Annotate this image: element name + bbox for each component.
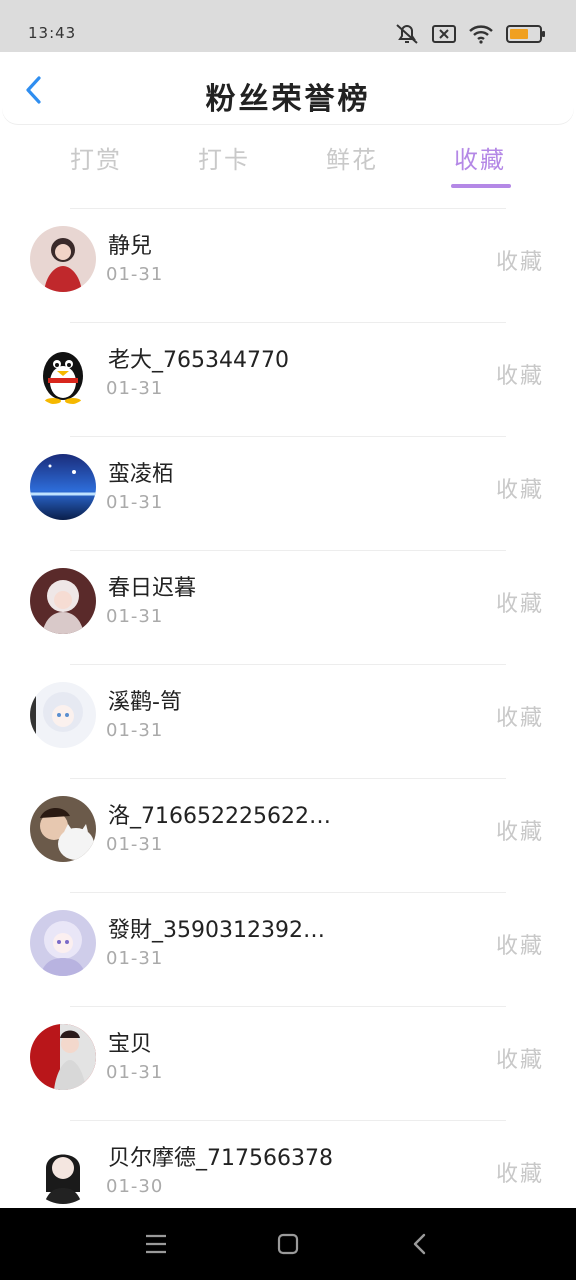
- system-nav-bar: [0, 1208, 576, 1280]
- fan-date: 01-31: [106, 264, 164, 285]
- fan-name: 静兒: [108, 234, 153, 259]
- divider: [70, 322, 506, 323]
- favorite-action: 收藏: [495, 934, 544, 959]
- favorite-action: 收藏: [495, 1162, 544, 1187]
- divider: [70, 1120, 506, 1121]
- fan-name: 蛮凌栢: [108, 462, 175, 487]
- divider: [70, 778, 506, 779]
- fan-name: 溪鹳-笥: [108, 690, 182, 715]
- system-back-button[interactable]: [404, 1228, 436, 1260]
- avatar[interactable]: [30, 1138, 96, 1204]
- avatar[interactable]: [30, 1024, 96, 1090]
- menu-icon: [146, 1234, 166, 1254]
- avatar[interactable]: [30, 910, 96, 976]
- favorite-action: 收藏: [495, 592, 544, 617]
- fan-date: 01-31: [106, 378, 164, 399]
- status-time: 13:43: [28, 24, 77, 42]
- avatar[interactable]: [30, 682, 96, 748]
- fan-date: 01-30: [106, 1176, 164, 1197]
- tab-reward[interactable]: 打赏: [56, 140, 136, 175]
- favorite-action: 收藏: [495, 706, 544, 731]
- list-item[interactable]: 宝贝 01-31 收藏: [0, 1006, 576, 1120]
- battery-icon: [506, 24, 546, 44]
- fan-name: 老大_765344770: [108, 348, 289, 373]
- list-item[interactable]: 洛_7166522256224… 01-31 收藏: [0, 778, 576, 892]
- fan-date: 01-31: [106, 948, 164, 969]
- favorite-action: 收藏: [495, 364, 544, 389]
- fan-date: 01-31: [106, 720, 164, 741]
- divider: [70, 1006, 506, 1007]
- mute-bell-icon: [394, 22, 420, 46]
- list-item[interactable]: 蛮凌栢 01-31 收藏: [0, 436, 576, 550]
- list-item[interactable]: 發財_35903123923… 01-31 收藏: [0, 892, 576, 1006]
- menu-button[interactable]: [140, 1228, 172, 1260]
- avatar[interactable]: [30, 454, 96, 520]
- divider: [70, 892, 506, 893]
- fan-date: 01-31: [106, 606, 164, 627]
- fan-name: 發財_35903123923…: [108, 918, 338, 943]
- list-item[interactable]: 春日迟暮 01-31 收藏: [0, 550, 576, 664]
- home-button[interactable]: [272, 1228, 304, 1260]
- fan-name: 宝贝: [108, 1032, 153, 1057]
- active-tab-indicator: [451, 184, 511, 188]
- no-sim-icon: [432, 24, 456, 44]
- divider: [70, 436, 506, 437]
- divider: [70, 208, 506, 209]
- page-title: 粉丝荣誉榜: [205, 82, 371, 117]
- avatar[interactable]: [30, 568, 96, 634]
- fan-date: 01-31: [106, 834, 164, 855]
- favorite-action: 收藏: [495, 250, 544, 275]
- favorite-action: 收藏: [495, 820, 544, 845]
- list-item[interactable]: 静兒 01-31 收藏: [0, 208, 576, 322]
- tab-favorites[interactable]: 收藏: [440, 140, 520, 175]
- status-bar: 13:43: [0, 0, 576, 52]
- status-icons: [394, 22, 546, 46]
- list-item[interactable]: 老大_765344770 01-31 收藏: [0, 322, 576, 436]
- fan-name: 春日迟暮: [108, 576, 197, 601]
- home-square-icon: [277, 1233, 299, 1255]
- qq-penguin-icon[interactable]: [30, 340, 96, 406]
- wifi-icon: [468, 24, 494, 44]
- fan-date: 01-31: [106, 1062, 164, 1083]
- fan-name: 洛_7166522256224…: [108, 804, 338, 829]
- fan-date: 01-31: [106, 492, 164, 513]
- divider: [70, 664, 506, 665]
- list-item[interactable]: 溪鹳-笥 01-31 收藏: [0, 664, 576, 778]
- tab-flowers[interactable]: 鲜花: [312, 140, 392, 175]
- avatar[interactable]: [30, 226, 96, 292]
- chevron-left-icon: [413, 1233, 426, 1255]
- tab-checkin[interactable]: 打卡: [184, 140, 264, 175]
- favorite-action: 收藏: [495, 478, 544, 503]
- fan-name: 贝尔摩德_717566378: [108, 1146, 333, 1171]
- favorite-action: 收藏: [495, 1048, 544, 1073]
- divider: [70, 550, 506, 551]
- tab-bar: 打赏 打卡 鲜花 收藏: [0, 140, 576, 192]
- header: 粉丝荣誉榜: [2, 52, 574, 124]
- avatar[interactable]: [30, 796, 96, 862]
